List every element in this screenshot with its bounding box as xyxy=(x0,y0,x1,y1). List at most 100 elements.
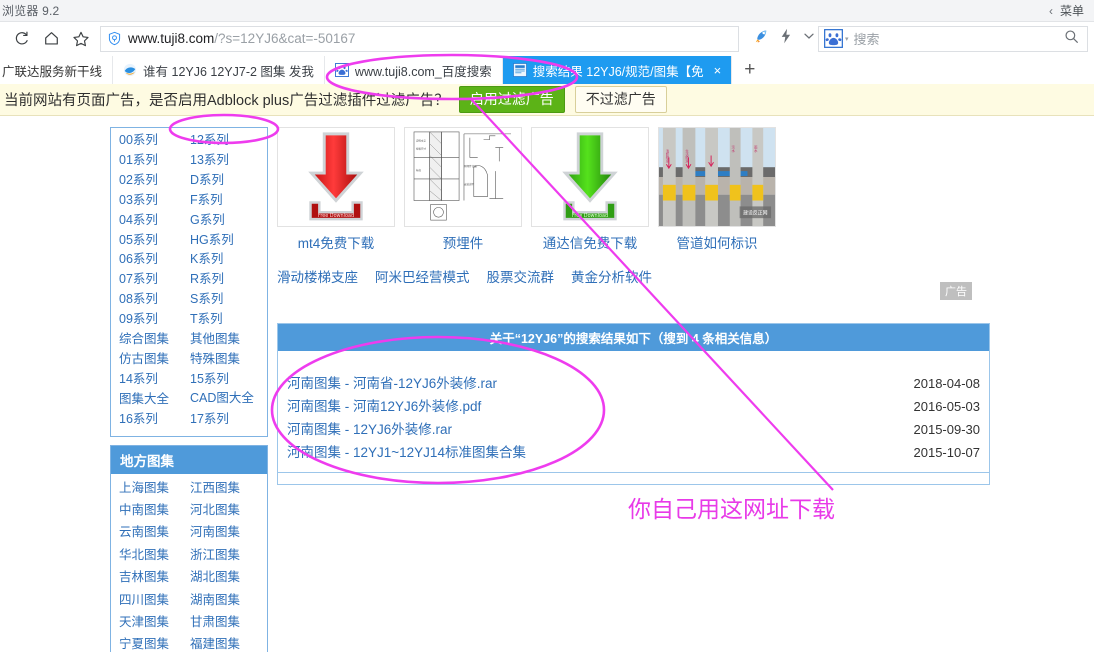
search-result-row[interactable]: 河南图集 - 12YJ1~12YJ14标准图集合集 2015-10-07 xyxy=(287,440,980,463)
svg-text:建设反正网: 建设反正网 xyxy=(743,210,768,217)
sidebar-link[interactable]: 湖南图集 xyxy=(190,589,261,611)
sidebar-link[interactable]: 07系列 xyxy=(119,270,190,290)
sidebar-link[interactable]: 中南图集 xyxy=(119,499,190,521)
ad-item[interactable]: Free Download 通达信免费下载 xyxy=(531,127,649,252)
ad-image-blueprint[interactable]: 说明文字 规格尺寸 标高 预埋件详图 安装说明 xyxy=(404,127,522,227)
sidebar-link[interactable]: CAD图大全 xyxy=(190,390,261,410)
sidebar-link[interactable]: 河北图集 xyxy=(190,499,261,521)
tab-baidu-search[interactable]: www.tuji8.com_百度搜索 xyxy=(325,56,503,84)
home-icon[interactable] xyxy=(36,24,66,54)
ad-text-link[interactable]: 阿米巴经营模式 xyxy=(375,266,470,286)
search-icon[interactable] xyxy=(1064,29,1079,49)
ad-image-pipes[interactable]: 消防给水 生活给水 污水 雨水 建设反正网 xyxy=(658,127,776,227)
sidebar-link[interactable]: 04系列 xyxy=(119,211,190,231)
sidebar-link[interactable]: G系列 xyxy=(190,211,261,231)
svg-text:生活给水: 生活给水 xyxy=(684,148,688,163)
bookmark-item[interactable]: 广联达服务新干线 xyxy=(0,56,114,84)
sidebar-link[interactable]: 09系列 xyxy=(119,310,190,330)
toolbar-actions xyxy=(745,28,816,50)
sidebar-link[interactable]: 08系列 xyxy=(119,290,190,310)
sidebar-link[interactable]: 甘肃图集 xyxy=(190,611,261,633)
sidebar-link[interactable]: 云南图集 xyxy=(119,521,190,543)
search-result-row[interactable]: 河南图集 - 河南12YJ6外装修.pdf 2016-05-03 xyxy=(287,393,980,416)
chevron-down-icon[interactable] xyxy=(802,29,816,48)
sidebar-link[interactable]: R系列 xyxy=(190,270,261,290)
search-result-row[interactable]: 河南图集 - 12YJ6外装修.rar 2015-09-30 xyxy=(287,416,980,439)
address-bar[interactable]: www.tuji8.com/?s=12YJ6&cat=-50167 xyxy=(100,25,739,52)
menu-button[interactable]: 菜单 xyxy=(1060,2,1084,19)
sidebar-link[interactable]: 06系列 xyxy=(119,250,190,270)
lightning-icon[interactable] xyxy=(779,28,793,49)
sidebar-link[interactable]: 浙江图集 xyxy=(190,544,261,566)
search-input[interactable]: 搜索 xyxy=(854,29,1059,48)
search-result-date: 2015-10-07 xyxy=(913,445,981,461)
sidebar-link[interactable]: 12系列 xyxy=(190,131,261,151)
ad-text-link[interactable]: 滑动楼梯支座 xyxy=(277,266,358,286)
reload-icon[interactable] xyxy=(6,24,36,54)
search-result-title[interactable]: 河南图集 - 河南12YJ6外装修.pdf xyxy=(287,395,481,415)
search-engine-caret-icon[interactable]: ▾ xyxy=(845,35,849,43)
sidebar-link[interactable]: 特殊图集 xyxy=(190,350,261,370)
sidebar-link[interactable]: F系列 xyxy=(190,191,261,211)
sidebar-link[interactable]: 宁夏图集 xyxy=(119,633,190,652)
ad-caption[interactable]: 预埋件 xyxy=(404,227,522,252)
local-atlas-link-grid: 上海图集 江西图集 中南图集 河北图集 云南图集 河南图集 华北图集 浙江图集 吉林图集 湖北图集… xyxy=(111,474,267,652)
ad-item[interactable]: Free Download mt4免费下载 xyxy=(277,127,395,252)
baidu-icon[interactable]: ▾ xyxy=(824,29,849,48)
new-tab-button[interactable]: + xyxy=(732,56,767,84)
ad-caption[interactable]: mt4免费下载 xyxy=(277,227,395,252)
sidebar-link[interactable]: S系列 xyxy=(190,290,261,310)
sidebar-link[interactable]: T系列 xyxy=(190,310,261,330)
rocket-icon[interactable] xyxy=(753,28,770,50)
sidebar-link[interactable]: 综合图集 xyxy=(119,330,190,350)
sidebar-link[interactable]: 01系列 xyxy=(119,151,190,171)
sidebar-link[interactable]: 03系列 xyxy=(119,191,190,211)
ad-caption[interactable]: 管道如何标识 xyxy=(658,227,776,252)
sidebar-link[interactable]: 华北图集 xyxy=(119,544,190,566)
search-box[interactable]: ▾ 搜索 xyxy=(818,25,1088,52)
sidebar-link[interactable]: HG系列 xyxy=(190,231,261,251)
handwritten-annotation: 你自己用这网址下载 xyxy=(628,497,835,523)
sidebar-link[interactable]: D系列 xyxy=(190,171,261,191)
search-results-footer xyxy=(278,471,989,484)
search-result-title[interactable]: 河南图集 - 12YJ6外装修.rar xyxy=(287,418,452,438)
ad-caption[interactable]: 通达信免费下载 xyxy=(531,227,649,252)
ad-text-link[interactable]: 黄金分析软件 xyxy=(571,266,652,286)
tab-first[interactable]: 谁有 12YJ6 12YJ7-2 图集 发我 xyxy=(113,56,325,84)
sidebar-link[interactable]: 13系列 xyxy=(190,151,261,171)
sidebar-link[interactable]: 05系列 xyxy=(119,231,190,251)
ad-image-green-arrow[interactable]: Free Download xyxy=(531,127,649,227)
disable-adfilter-button[interactable]: 不过滤广告 xyxy=(574,85,667,114)
ad-item[interactable]: 消防给水 生活给水 污水 雨水 建设反正网 管道如何标识 xyxy=(658,127,776,252)
search-result-title[interactable]: 河南图集 - 12YJ1~12YJ14标准图集合集 xyxy=(287,441,526,461)
sidebar-link[interactable]: 福建图集 xyxy=(190,633,261,652)
sidebar-link[interactable]: 其他图集 xyxy=(190,330,261,350)
sidebar-link[interactable]: 16系列 xyxy=(119,410,190,430)
ad-image-red-arrow[interactable]: Free Download xyxy=(277,127,395,227)
titlebar-menu-zone[interactable]: ‹ 菜单 xyxy=(1049,2,1094,19)
close-icon[interactable]: × xyxy=(714,63,722,78)
enable-adfilter-button[interactable]: 启用过滤广告 xyxy=(458,85,565,114)
sidebar-link[interactable]: 17系列 xyxy=(190,410,261,430)
sidebar-link[interactable]: 河南图集 xyxy=(190,521,261,543)
sidebar-link[interactable]: 图集大全 xyxy=(119,390,190,410)
sidebar-link[interactable]: K系列 xyxy=(190,250,261,270)
sidebar-link[interactable]: 吉林图集 xyxy=(119,566,190,588)
sidebar-link[interactable]: 天津图集 xyxy=(119,611,190,633)
star-icon[interactable] xyxy=(66,24,96,54)
ad-item[interactable]: 说明文字 规格尺寸 标高 预埋件详图 安装说明 预埋件 xyxy=(404,127,522,252)
chevron-left-icon[interactable]: ‹ xyxy=(1049,4,1053,18)
search-result-title[interactable]: 河南图集 - 河南省-12YJ6外装修.rar xyxy=(287,372,497,392)
tab-search-results[interactable]: 搜索结果 12YJ6/规范/图集【免 × xyxy=(502,56,733,84)
sidebar-link[interactable]: 仿古图集 xyxy=(119,350,190,370)
search-result-row[interactable]: 河南图集 - 河南省-12YJ6外装修.rar 2018-04-08 xyxy=(287,370,980,393)
sidebar-link[interactable]: 上海图集 xyxy=(119,477,190,499)
ad-text-link[interactable]: 股票交流群 xyxy=(487,266,555,286)
sidebar-link[interactable]: 湖北图集 xyxy=(190,566,261,588)
sidebar-link[interactable]: 02系列 xyxy=(119,171,190,191)
sidebar-link[interactable]: 00系列 xyxy=(119,131,190,151)
sidebar-link[interactable]: 14系列 xyxy=(119,370,190,390)
sidebar-link[interactable]: 四川图集 xyxy=(119,589,190,611)
sidebar-link[interactable]: 15系列 xyxy=(190,370,261,390)
sidebar-link[interactable]: 江西图集 xyxy=(190,477,261,499)
